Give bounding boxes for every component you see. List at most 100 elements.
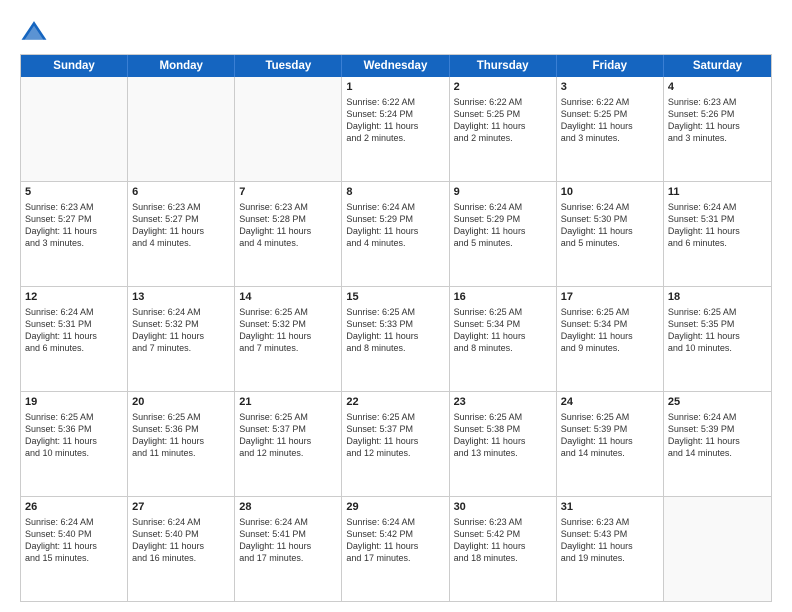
cell-info-line: and 2 minutes. <box>454 132 552 144</box>
cell-info-line: and 3 minutes. <box>668 132 767 144</box>
cell-info-line: Sunset: 5:34 PM <box>561 318 659 330</box>
cell-info-line: Sunrise: 6:23 AM <box>25 201 123 213</box>
day-cell-20: 20Sunrise: 6:25 AMSunset: 5:36 PMDayligh… <box>128 392 235 496</box>
day-number: 26 <box>25 500 123 515</box>
cell-info-line: Sunset: 5:36 PM <box>132 423 230 435</box>
cell-info-line: Daylight: 11 hours <box>132 435 230 447</box>
day-number: 7 <box>239 185 337 200</box>
cell-info-line: Daylight: 11 hours <box>346 330 444 342</box>
cell-info-line: Sunset: 5:38 PM <box>454 423 552 435</box>
calendar-body: 1Sunrise: 6:22 AMSunset: 5:24 PMDaylight… <box>21 77 771 601</box>
cell-info-line: and 6 minutes. <box>25 342 123 354</box>
cell-info-line: Daylight: 11 hours <box>668 120 767 132</box>
header-cell-monday: Monday <box>128 55 235 77</box>
day-cell-23: 23Sunrise: 6:25 AMSunset: 5:38 PMDayligh… <box>450 392 557 496</box>
day-number: 12 <box>25 290 123 305</box>
day-number: 27 <box>132 500 230 515</box>
day-cell-27: 27Sunrise: 6:24 AMSunset: 5:40 PMDayligh… <box>128 497 235 601</box>
day-cell-13: 13Sunrise: 6:24 AMSunset: 5:32 PMDayligh… <box>128 287 235 391</box>
day-cell-12: 12Sunrise: 6:24 AMSunset: 5:31 PMDayligh… <box>21 287 128 391</box>
cell-info-line: Sunrise: 6:23 AM <box>239 201 337 213</box>
cell-info-line: Sunset: 5:39 PM <box>561 423 659 435</box>
cell-info-line: Sunset: 5:28 PM <box>239 213 337 225</box>
cell-info-line: and 19 minutes. <box>561 552 659 564</box>
cell-info-line: Sunrise: 6:22 AM <box>454 96 552 108</box>
cell-info-line: Sunrise: 6:25 AM <box>454 411 552 423</box>
cell-info-line: Daylight: 11 hours <box>25 540 123 552</box>
empty-cell-0-0 <box>21 77 128 181</box>
cell-info-line: Sunrise: 6:24 AM <box>239 516 337 528</box>
cell-info-line: and 14 minutes. <box>561 447 659 459</box>
day-number: 5 <box>25 185 123 200</box>
logo-icon <box>20 18 48 46</box>
cell-info-line: Daylight: 11 hours <box>454 120 552 132</box>
cell-info-line: Sunrise: 6:23 AM <box>132 201 230 213</box>
cell-info-line: and 16 minutes. <box>132 552 230 564</box>
cell-info-line: and 4 minutes. <box>132 237 230 249</box>
day-cell-15: 15Sunrise: 6:25 AMSunset: 5:33 PMDayligh… <box>342 287 449 391</box>
day-cell-26: 26Sunrise: 6:24 AMSunset: 5:40 PMDayligh… <box>21 497 128 601</box>
cell-info-line: Sunrise: 6:24 AM <box>132 516 230 528</box>
calendar-header: SundayMondayTuesdayWednesdayThursdayFrid… <box>21 55 771 77</box>
day-number: 8 <box>346 185 444 200</box>
cell-info-line: Daylight: 11 hours <box>25 225 123 237</box>
cell-info-line: and 7 minutes. <box>239 342 337 354</box>
cell-info-line: and 5 minutes. <box>454 237 552 249</box>
cell-info-line: Sunrise: 6:25 AM <box>346 306 444 318</box>
day-number: 15 <box>346 290 444 305</box>
cell-info-line: Daylight: 11 hours <box>239 225 337 237</box>
day-number: 10 <box>561 185 659 200</box>
day-number: 29 <box>346 500 444 515</box>
day-number: 20 <box>132 395 230 410</box>
day-cell-24: 24Sunrise: 6:25 AMSunset: 5:39 PMDayligh… <box>557 392 664 496</box>
day-number: 4 <box>668 80 767 95</box>
cell-info-line: Sunset: 5:37 PM <box>346 423 444 435</box>
cell-info-line: Sunset: 5:32 PM <box>132 318 230 330</box>
day-number: 25 <box>668 395 767 410</box>
cell-info-line: and 6 minutes. <box>668 237 767 249</box>
cell-info-line: Sunrise: 6:24 AM <box>454 201 552 213</box>
cell-info-line: Daylight: 11 hours <box>561 120 659 132</box>
cell-info-line: Sunrise: 6:25 AM <box>454 306 552 318</box>
cell-info-line: Sunset: 5:36 PM <box>25 423 123 435</box>
cell-info-line: Sunrise: 6:25 AM <box>239 306 337 318</box>
day-number: 16 <box>454 290 552 305</box>
cell-info-line: Sunset: 5:39 PM <box>668 423 767 435</box>
cell-info-line: and 12 minutes. <box>346 447 444 459</box>
cell-info-line: Sunset: 5:31 PM <box>25 318 123 330</box>
calendar-row-3: 19Sunrise: 6:25 AMSunset: 5:36 PMDayligh… <box>21 392 771 497</box>
cell-info-line: and 10 minutes. <box>668 342 767 354</box>
calendar-row-0: 1Sunrise: 6:22 AMSunset: 5:24 PMDaylight… <box>21 77 771 182</box>
cell-info-line: Sunset: 5:42 PM <box>346 528 444 540</box>
day-cell-7: 7Sunrise: 6:23 AMSunset: 5:28 PMDaylight… <box>235 182 342 286</box>
day-number: 13 <box>132 290 230 305</box>
cell-info-line: Daylight: 11 hours <box>346 225 444 237</box>
cell-info-line: and 12 minutes. <box>239 447 337 459</box>
day-cell-22: 22Sunrise: 6:25 AMSunset: 5:37 PMDayligh… <box>342 392 449 496</box>
day-cell-8: 8Sunrise: 6:24 AMSunset: 5:29 PMDaylight… <box>342 182 449 286</box>
cell-info-line: and 17 minutes. <box>239 552 337 564</box>
day-cell-14: 14Sunrise: 6:25 AMSunset: 5:32 PMDayligh… <box>235 287 342 391</box>
day-number: 30 <box>454 500 552 515</box>
day-number: 24 <box>561 395 659 410</box>
day-cell-25: 25Sunrise: 6:24 AMSunset: 5:39 PMDayligh… <box>664 392 771 496</box>
cell-info-line: Sunrise: 6:24 AM <box>668 411 767 423</box>
day-number: 1 <box>346 80 444 95</box>
cell-info-line: Daylight: 11 hours <box>561 540 659 552</box>
cell-info-line: Daylight: 11 hours <box>239 540 337 552</box>
cell-info-line: Daylight: 11 hours <box>561 435 659 447</box>
day-number: 28 <box>239 500 337 515</box>
cell-info-line: and 2 minutes. <box>346 132 444 144</box>
day-cell-29: 29Sunrise: 6:24 AMSunset: 5:42 PMDayligh… <box>342 497 449 601</box>
day-cell-4: 4Sunrise: 6:23 AMSunset: 5:26 PMDaylight… <box>664 77 771 181</box>
empty-cell-0-1 <box>128 77 235 181</box>
day-number: 19 <box>25 395 123 410</box>
header <box>20 18 772 46</box>
day-cell-16: 16Sunrise: 6:25 AMSunset: 5:34 PMDayligh… <box>450 287 557 391</box>
cell-info-line: and 3 minutes. <box>561 132 659 144</box>
cell-info-line: and 4 minutes. <box>346 237 444 249</box>
day-cell-19: 19Sunrise: 6:25 AMSunset: 5:36 PMDayligh… <box>21 392 128 496</box>
cell-info-line: Sunrise: 6:25 AM <box>132 411 230 423</box>
cell-info-line: Sunrise: 6:24 AM <box>25 516 123 528</box>
cell-info-line: Sunset: 5:26 PM <box>668 108 767 120</box>
